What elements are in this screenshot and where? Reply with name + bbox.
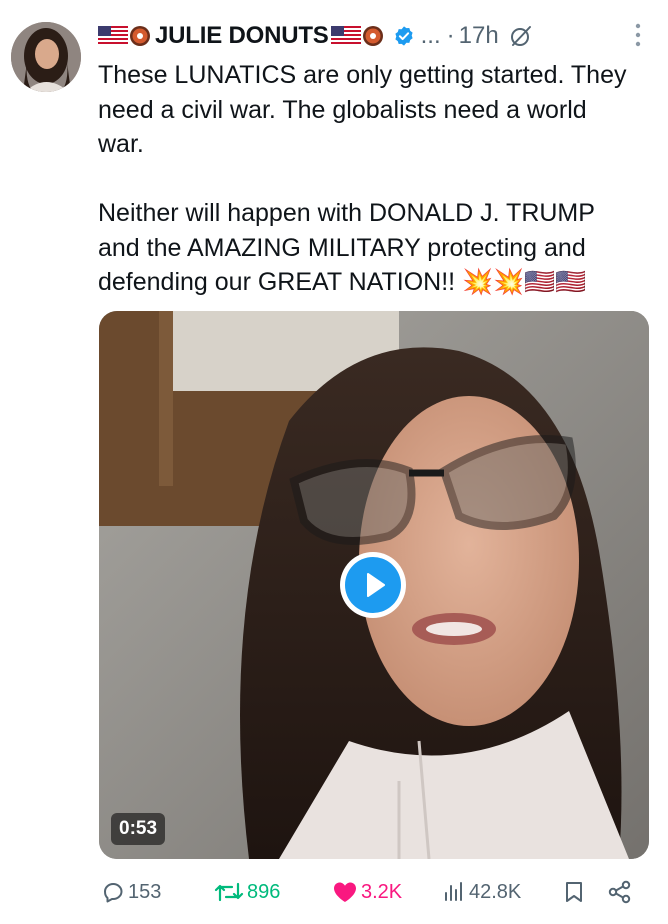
like-count: 3.2K — [361, 880, 403, 903]
views-button[interactable]: 42.8K — [442, 872, 521, 912]
play-button[interactable] — [340, 552, 406, 618]
separator-dot: · — [446, 22, 455, 49]
like-icon — [334, 882, 356, 902]
post-header: JULIE DONUTS ... · 17h — [98, 16, 658, 56]
truncated-handle: ... — [420, 22, 441, 49]
repost-button[interactable]: 896 — [214, 872, 280, 912]
repost-count: 896 — [247, 880, 281, 903]
verified-badge-icon[interactable] — [393, 25, 415, 47]
us-flag-icon — [98, 26, 128, 46]
more-vertical-icon[interactable] — [634, 22, 642, 48]
reply-count: 153 — [128, 880, 162, 903]
video-player[interactable]: 0:53 — [99, 311, 649, 859]
donut-icon — [129, 25, 151, 47]
views-icon — [445, 882, 462, 901]
post-time[interactable]: 17h — [459, 22, 499, 50]
grok-icon[interactable] — [509, 24, 533, 48]
post-text: These LUNATICS are only getting started.… — [98, 58, 638, 300]
display-name[interactable]: JULIE DONUTS — [155, 22, 329, 50]
donut-icon — [362, 25, 384, 47]
reply-button[interactable]: 153 — [101, 872, 161, 912]
post-emojis: 💥💥🇺🇸🇺🇸 — [462, 268, 587, 296]
reply-icon — [104, 883, 123, 903]
bookmark-icon — [566, 882, 582, 902]
post-body: These LUNATICS are only getting started.… — [98, 61, 627, 296]
avatar[interactable] — [11, 22, 81, 92]
repost-icon — [214, 882, 244, 902]
action-bar: 153 896 3.2K 42.8K — [99, 872, 654, 912]
video-duration: 0:53 — [111, 813, 166, 845]
bookmark-button[interactable] — [563, 872, 585, 912]
view-count: 42.8K — [469, 880, 522, 903]
play-icon — [345, 557, 401, 613]
share-button[interactable] — [607, 872, 633, 912]
like-button[interactable]: 3.2K — [332, 872, 402, 912]
share-icon — [608, 880, 631, 904]
us-flag-icon — [330, 26, 361, 46]
